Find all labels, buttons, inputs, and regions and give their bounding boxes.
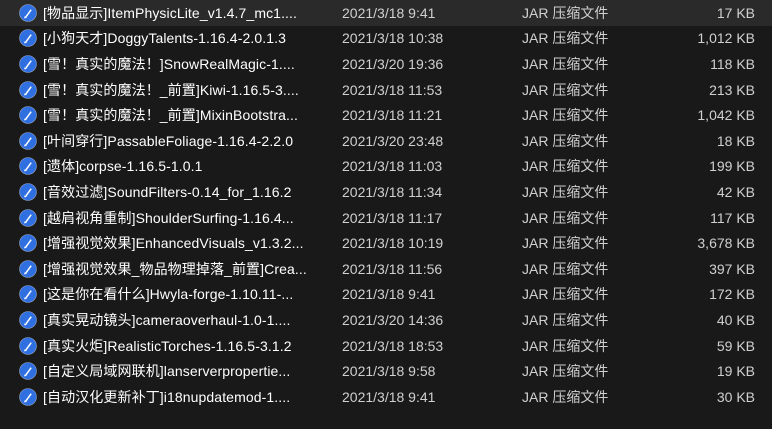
file-type: JAR 压缩文件: [522, 209, 609, 226]
file-type: JAR 压缩文件: [522, 107, 609, 124]
file-date: 2021/3/18 10:19: [342, 235, 444, 252]
file-size: 59 KB: [716, 337, 755, 354]
file-type: JAR 压缩文件: [522, 388, 609, 405]
file-row[interactable]: [遗体]corpse-1.16.5-1.0.1 2021/3/18 11:03 JA…: [0, 154, 772, 180]
file-name: [雪！真实的魔法！_前置]MixinBootstra...: [43, 107, 298, 124]
file-size: 1,042 KB: [697, 107, 755, 124]
file-name: [雪！真实的魔法！]SnowRealMagic-1....: [43, 55, 295, 72]
jar-file-icon: [19, 336, 37, 355]
file-size: 17 KB: [716, 4, 755, 21]
file-size: 3,678 KB: [697, 235, 755, 252]
file-row[interactable]: [这是你在看什么]Hwyla-forge-1.10.11-... 2021/3/1…: [0, 282, 772, 308]
file-row[interactable]: [自动汉化更新补丁]i18nupdatemod-1.... 2021/3/18 9…: [0, 384, 772, 410]
file-type: JAR 压缩文件: [522, 260, 609, 277]
file-type: JAR 压缩文件: [522, 4, 609, 21]
file-date: 2021/3/18 18:53: [342, 337, 444, 354]
file-row[interactable]: [雪！真实的魔法！]SnowRealMagic-1.... 2021/3/20 1…: [0, 51, 772, 77]
file-type: JAR 压缩文件: [522, 30, 609, 47]
file-type: JAR 压缩文件: [522, 311, 609, 328]
file-date: 2021/3/18 11:21: [342, 107, 443, 124]
jar-file-icon: [19, 29, 37, 48]
file-name: [音效过滤]SoundFilters-0.14_for_1.16.2: [43, 183, 292, 200]
file-name: [小狗天才]DoggyTalents-1.16.4-2.0.1.3: [43, 30, 286, 47]
jar-file-icon: [19, 55, 37, 73]
jar-file-icon: [19, 311, 37, 329]
file-size: 213 KB: [709, 81, 755, 98]
jar-file-icon: [19, 208, 37, 227]
file-row[interactable]: [增强视觉效果_物品物理掉落_前置]Crea... 2021/3/18 11:56…: [0, 256, 772, 282]
file-type: JAR 压缩文件: [522, 286, 609, 303]
jar-file-icon: [19, 285, 37, 304]
file-row[interactable]: [雪！真实的魔法！_前置]Kiwi-1.16.5-3.... 2021/3/18 …: [0, 77, 772, 103]
file-row[interactable]: [自定义局域网联机]lanserverpropertie... 2021/3/18…: [0, 358, 772, 384]
file-date: 2021/3/18 9:41: [342, 388, 436, 405]
file-date: 2021/3/18 10:38: [342, 30, 444, 47]
file-name: [增强视觉效果_物品物理掉落_前置]Crea...: [43, 260, 307, 277]
file-date: 2021/3/20 14:36: [342, 311, 444, 328]
file-size: 19 KB: [716, 363, 755, 380]
jar-file-icon: [19, 131, 37, 150]
file-list: [物品显示]ItemPhysicLite_v1.4.7_mc1.... 2021/…: [0, 0, 772, 429]
jar-file-icon: [19, 157, 37, 176]
file-name: [自动汉化更新补丁]i18nupdatemod-1....: [43, 388, 291, 405]
file-size: 30 KB: [716, 388, 755, 405]
file-size: 172 KB: [709, 286, 755, 303]
file-row[interactable]: [雪！真实的魔法！_前置]MixinBootstra... 2021/3/18 1…: [0, 102, 772, 128]
file-type: JAR 压缩文件: [522, 183, 609, 200]
file-size: 199 KB: [709, 158, 755, 175]
file-size: 118 KB: [710, 55, 755, 72]
file-date: 2021/3/20 19:36: [342, 55, 444, 72]
file-size: 397 KB: [709, 260, 755, 277]
file-size: 117 KB: [710, 209, 755, 226]
file-date: 2021/3/18 11:17: [342, 209, 443, 226]
file-type: JAR 压缩文件: [522, 363, 609, 380]
file-type: JAR 压缩文件: [522, 235, 609, 252]
file-name: [自定义局域网联机]lanserverpropertie...: [43, 363, 291, 380]
file-name: [物品显示]ItemPhysicLite_v1.4.7_mc1....: [43, 4, 298, 21]
file-name: [雪！真实的魔法！_前置]Kiwi-1.16.5-3....: [43, 81, 299, 98]
jar-file-icon: [19, 387, 37, 406]
file-name: [遗体]corpse-1.16.5-1.0.1: [43, 158, 203, 175]
jar-file-icon: [19, 80, 37, 99]
file-name: [真实晃动镜头]cameraoverhaul-1.0-1....: [43, 311, 291, 328]
file-date: 2021/3/18 11:34: [342, 183, 443, 200]
file-date: 2021/3/18 9:58: [342, 363, 436, 380]
file-row[interactable]: [小狗天才]DoggyTalents-1.16.4-2.0.1.3 2021/3/…: [0, 26, 772, 52]
file-row[interactable]: [越肩视角重制]ShoulderSurfing-1.16.4... 2021/3/…: [0, 205, 772, 231]
file-name: [真实火炬]RealisticTorches-1.16.5-3.1.2: [43, 337, 292, 354]
jar-file-icon: [19, 259, 37, 278]
file-date: 2021/3/18 11:56: [342, 260, 443, 277]
jar-file-icon: [19, 183, 37, 201]
file-date: 2021/3/18 9:41: [342, 286, 436, 303]
file-size: 40 KB: [716, 311, 755, 328]
jar-file-icon: [19, 3, 37, 22]
file-date: 2021/3/18 11:03: [342, 158, 443, 175]
file-row[interactable]: [真实晃动镜头]cameraoverhaul-1.0-1.... 2021/3/2…: [0, 307, 772, 333]
jar-file-icon: [19, 234, 37, 252]
jar-file-icon: [19, 106, 37, 124]
jar-file-icon: [19, 362, 37, 380]
file-row[interactable]: [叶间穿行]PassableFoliage-1.16.4-2.2.0 2021/3…: [0, 128, 772, 154]
file-size: 42 KB: [716, 183, 755, 200]
file-date: 2021/3/18 11:53: [342, 81, 443, 98]
file-size: 1,012 KB: [697, 30, 755, 47]
file-row[interactable]: [真实火炬]RealisticTorches-1.16.5-3.1.2 2021/…: [0, 333, 772, 359]
file-type: JAR 压缩文件: [522, 337, 609, 354]
file-name: [增强视觉效果]EnhancedVisuals_v1.3.2...: [43, 235, 304, 252]
file-name: [叶间穿行]PassableFoliage-1.16.4-2.2.0: [43, 132, 294, 149]
file-row[interactable]: [物品显示]ItemPhysicLite_v1.4.7_mc1.... 2021/…: [0, 0, 772, 26]
file-row[interactable]: [音效过滤]SoundFilters-0.14_for_1.16.2 2021/3…: [0, 179, 772, 205]
file-size: 18 KB: [716, 132, 755, 149]
file-date: 2021/3/18 9:41: [342, 4, 436, 21]
file-type: JAR 压缩文件: [522, 158, 609, 175]
file-row[interactable]: [增强视觉效果]EnhancedVisuals_v1.3.2... 2021/3/…: [0, 230, 772, 256]
file-type: JAR 压缩文件: [522, 81, 609, 98]
file-date: 2021/3/20 23:48: [342, 132, 444, 149]
file-type: JAR 压缩文件: [522, 55, 609, 72]
file-type: JAR 压缩文件: [522, 132, 609, 149]
file-name: [这是你在看什么]Hwyla-forge-1.10.11-...: [43, 286, 294, 303]
file-name: [越肩视角重制]ShoulderSurfing-1.16.4...: [43, 209, 294, 226]
